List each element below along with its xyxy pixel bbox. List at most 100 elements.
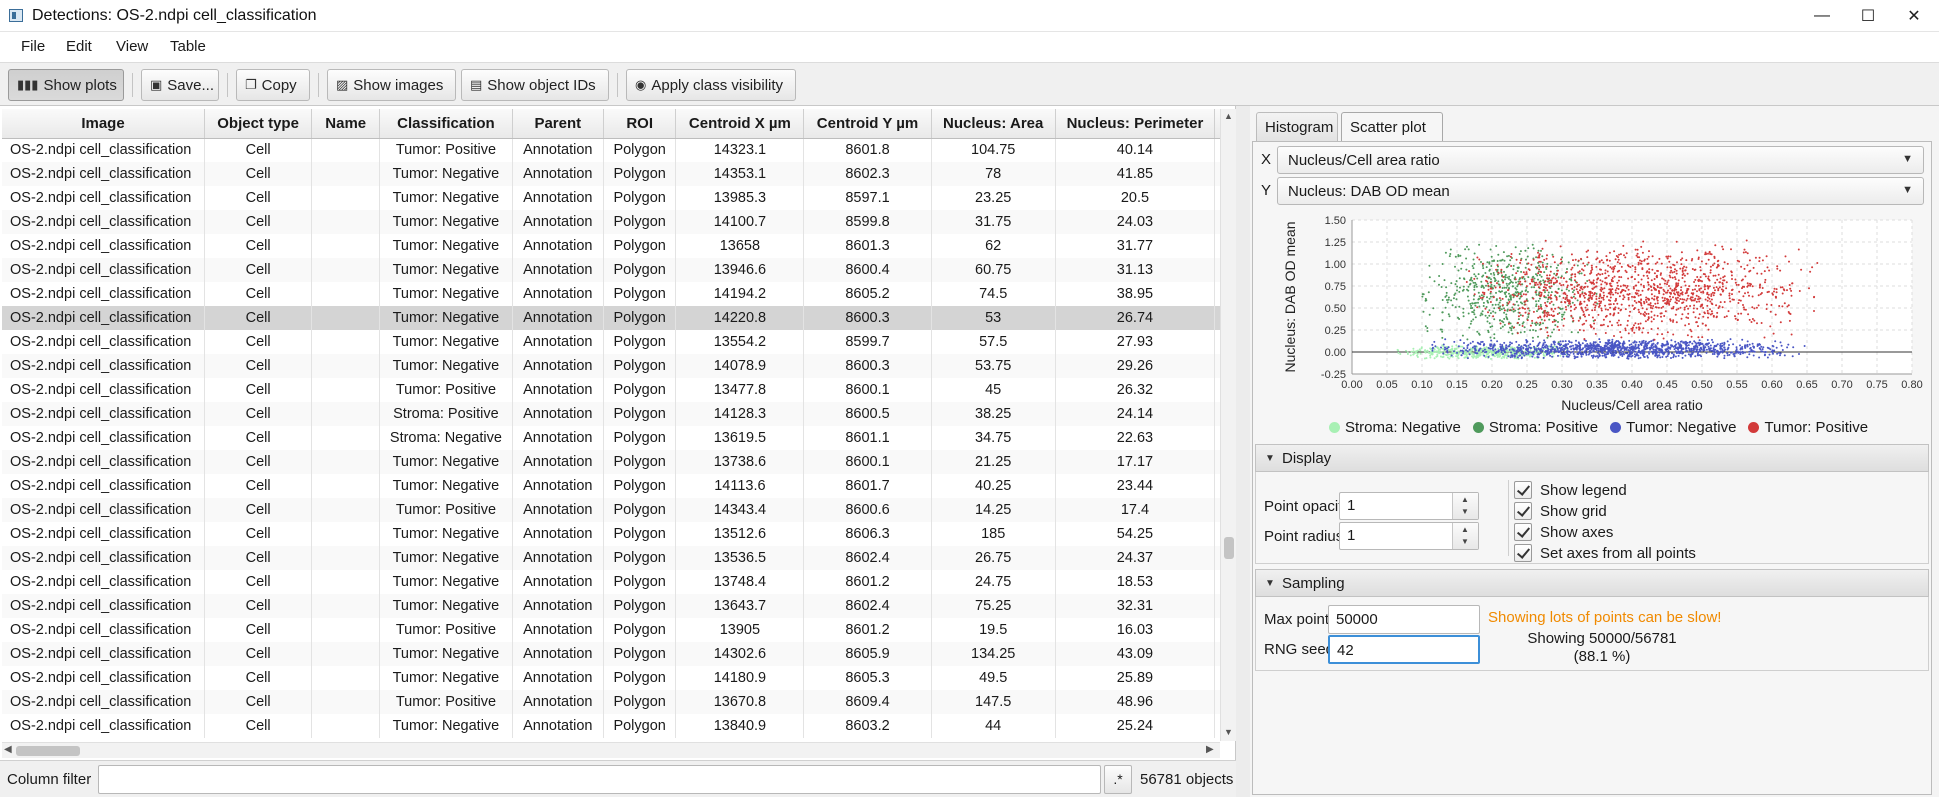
table-row[interactable]: OS-2.ndpi cell_classification Cell Stroma:…	[2, 402, 1235, 426]
scatter-point	[1753, 307, 1756, 310]
show-plots-button[interactable]: ▮▮▮ Show plots	[8, 69, 124, 101]
y-measurement-row: Y Nucleus: DAB OD mean ▼	[1257, 177, 1927, 205]
table-row[interactable]: OS-2.ndpi cell_classification Cell Tumor: …	[2, 378, 1235, 402]
rng-seed-input[interactable]: 42	[1328, 635, 1480, 664]
table-row[interactable]: OS-2.ndpi cell_classification Cell Tumor: …	[2, 642, 1235, 666]
scatter-point	[1568, 341, 1571, 344]
table-row[interactable]: OS-2.ndpi cell_classification Cell Tumor: …	[2, 138, 1235, 162]
copy-button[interactable]: ❐ Copy	[236, 69, 310, 101]
table-row[interactable]: OS-2.ndpi cell_classification Cell Tumor: …	[2, 330, 1235, 354]
table-cell: Cell	[204, 546, 313, 570]
scatter-point	[1675, 240, 1678, 243]
menu-edit[interactable]: Edit	[66, 38, 92, 55]
scatter-point	[1606, 270, 1609, 273]
table-row[interactable]: OS-2.ndpi cell_classification Cell Tumor: …	[2, 474, 1235, 498]
table-row[interactable]: OS-2.ndpi cell_classification Cell Tumor: …	[2, 522, 1235, 546]
save-button[interactable]: ▣ Save...	[141, 69, 219, 101]
table-row[interactable]: OS-2.ndpi cell_classification Cell Tumor: …	[2, 618, 1235, 642]
tab-scatter-plot[interactable]: Scatter plot	[1341, 112, 1443, 142]
column-header[interactable]: Object type	[204, 109, 313, 139]
point-radius-stepper[interactable]: ▲ ▼	[1452, 523, 1478, 549]
column-header[interactable]: ROI	[603, 109, 677, 139]
spin-down-icon[interactable]: ▼	[1461, 507, 1469, 516]
show-object-ids-button[interactable]: ▤ Show object IDs	[461, 69, 609, 101]
column-header[interactable]: Nucleus: Perimeter	[1055, 109, 1216, 139]
scatter-point	[1480, 280, 1483, 283]
scatter-point	[1722, 267, 1725, 270]
sampling-section-header[interactable]: ▼ Sampling	[1255, 569, 1929, 597]
table-row[interactable]: OS-2.ndpi cell_classification Cell Tumor: …	[2, 186, 1235, 210]
menu-view[interactable]: View	[116, 38, 148, 55]
max-points-input[interactable]: 50000	[1328, 605, 1480, 634]
column-header[interactable]: Classification	[379, 109, 513, 139]
scatter-point	[1472, 267, 1475, 270]
results-grid[interactable]: Image Object type Name Classification Parent…	[2, 109, 1235, 738]
table-row[interactable]: OS-2.ndpi cell_classification Cell Tumor: …	[2, 282, 1235, 306]
table-row[interactable]: OS-2.ndpi cell_classification Cell Tumor: …	[2, 570, 1235, 594]
scroll-right-icon[interactable]: ▶	[1206, 744, 1214, 755]
apply-class-visibility-button[interactable]: ◉ Apply class visibility	[626, 69, 796, 101]
spin-up-icon[interactable]: ▲	[1461, 525, 1469, 534]
minimize-button[interactable]: —	[1799, 0, 1845, 31]
table-row[interactable]: OS-2.ndpi cell_classification Cell Tumor: …	[2, 258, 1235, 282]
table-cell: 13536.5	[675, 546, 805, 570]
table-row[interactable]: OS-2.ndpi cell_classification Cell Tumor: …	[2, 498, 1235, 522]
show-legend-checkbox[interactable]: Show legend	[1514, 480, 1627, 500]
set-axes-from-all-points-checkbox[interactable]: Set axes from all points	[1514, 543, 1696, 563]
tab-histogram[interactable]: Histogram	[1256, 112, 1338, 142]
measurement-table[interactable]: Image Object type Name Classification Parent…	[0, 106, 1236, 760]
scatter-point	[1567, 355, 1570, 358]
table-horizontal-scrollbar[interactable]: ◀ ▶	[2, 742, 1220, 758]
table-cell: OS-2.ndpi cell_classification	[2, 330, 206, 354]
scatter-point	[1768, 269, 1771, 272]
show-axes-checkbox[interactable]: Show axes	[1514, 522, 1613, 542]
point-radius-spinner[interactable]: 1 ▲ ▼	[1339, 522, 1479, 550]
table-vertical-scroll-thumb[interactable]	[1224, 537, 1234, 559]
x-measurement-select[interactable]: Nucleus/Cell area ratio ▼	[1277, 146, 1924, 174]
point-opacity-stepper[interactable]: ▲ ▼	[1452, 493, 1478, 519]
spin-down-icon[interactable]: ▼	[1461, 537, 1469, 546]
column-filter-input[interactable]	[98, 765, 1101, 794]
scatter-point	[1551, 321, 1554, 323]
scroll-down-icon[interactable]: ▼	[1224, 727, 1233, 737]
maximize-button[interactable]: ☐	[1845, 0, 1891, 31]
table-row[interactable]: OS-2.ndpi cell_classification Cell Tumor: …	[2, 546, 1235, 570]
table-row[interactable]: OS-2.ndpi cell_classification Cell Tumor: …	[2, 450, 1235, 474]
table-row[interactable]: OS-2.ndpi cell_classification Cell Tumor: …	[2, 666, 1235, 690]
split-pane-divider[interactable]	[1236, 106, 1250, 797]
scroll-up-icon[interactable]: ▲	[1224, 111, 1233, 121]
table-row[interactable]: OS-2.ndpi cell_classification Cell Tumor: …	[2, 162, 1235, 186]
scatter-point	[1698, 339, 1701, 342]
table-row[interactable]: OS-2.ndpi cell_classification Cell Tumor: …	[2, 210, 1235, 234]
column-header[interactable]: Centroid X µm	[675, 109, 805, 139]
table-row[interactable]: OS-2.ndpi cell_classification Cell Tumor: …	[2, 234, 1235, 258]
show-grid-checkbox[interactable]: Show grid	[1514, 501, 1607, 521]
y-measurement-select[interactable]: Nucleus: DAB OD mean ▼	[1277, 177, 1924, 205]
spin-up-icon[interactable]: ▲	[1461, 495, 1469, 504]
menu-table[interactable]: Table	[170, 38, 206, 55]
table-row[interactable]: OS-2.ndpi cell_classification Cell Stroma:…	[2, 426, 1235, 450]
show-images-button[interactable]: ▨ Show images	[327, 69, 456, 101]
table-cell: 13477.8	[675, 378, 805, 402]
table-row[interactable]: OS-2.ndpi cell_classification Cell Tumor: …	[2, 306, 1235, 330]
column-header[interactable]: Name	[311, 109, 381, 139]
table-row[interactable]: OS-2.ndpi cell_classification Cell Tumor: …	[2, 690, 1235, 714]
scatter-point	[1659, 349, 1661, 352]
display-section-header[interactable]: ▼ Display	[1255, 444, 1929, 472]
column-header[interactable]: Centroid Y µm	[803, 109, 932, 139]
column-header[interactable]: Parent	[512, 109, 604, 139]
table-row[interactable]: OS-2.ndpi cell_classification Cell Tumor: …	[2, 354, 1235, 378]
scatter-point	[1611, 324, 1613, 327]
scatter-plot[interactable]: 0.00 0.05 0.10 0.15 0.20 0.25 0.30 0.35 0.40 0.45…	[1267, 212, 1927, 452]
table-horizontal-scroll-thumb[interactable]	[16, 746, 80, 756]
point-opacity-spinner[interactable]: 1 ▲ ▼	[1339, 492, 1479, 520]
regex-toggle-button[interactable]: .*	[1104, 765, 1132, 794]
close-button[interactable]: ✕	[1891, 0, 1937, 31]
menu-file[interactable]: File	[21, 38, 45, 55]
table-row[interactable]: OS-2.ndpi cell_classification Cell Tumor: …	[2, 594, 1235, 618]
table-row[interactable]: OS-2.ndpi cell_classification Cell Tumor: …	[2, 714, 1235, 738]
scroll-left-icon[interactable]: ◀	[4, 744, 12, 755]
table-vertical-scrollbar[interactable]: ▲ ▼	[1220, 109, 1236, 741]
column-header[interactable]: Nucleus: Area	[931, 109, 1056, 139]
column-header[interactable]: Image	[2, 109, 206, 139]
